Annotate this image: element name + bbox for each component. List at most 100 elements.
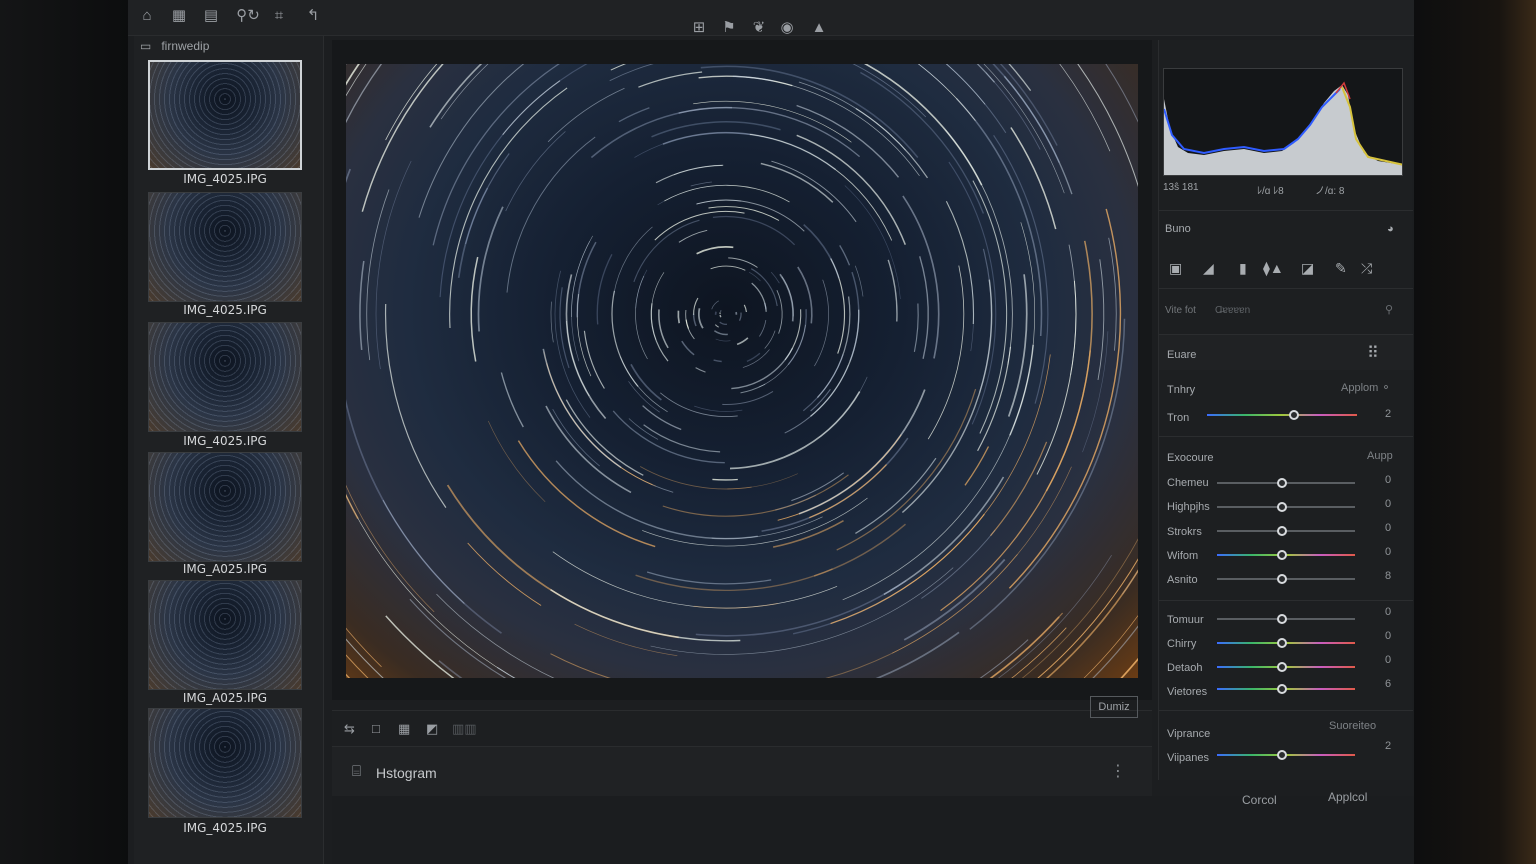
star-trail-arc — [969, 318, 1126, 630]
highpjhs-slider[interactable] — [1217, 502, 1355, 512]
strokrs-slider[interactable] — [1217, 526, 1355, 536]
slider-knob[interactable] — [1289, 410, 1299, 420]
slider-knob[interactable] — [1277, 662, 1287, 672]
dots-grid-icon[interactable]: ⠿ — [1367, 343, 1379, 363]
dumi-button[interactable]: Dumiz — [1090, 696, 1138, 718]
apply-button[interactable]: Applcol — [1328, 790, 1367, 804]
basic-title: Euare — [1167, 349, 1197, 361]
gradient-tool-icon[interactable]: ◪ — [1301, 260, 1314, 277]
exposure-right[interactable]: Aupp — [1367, 450, 1393, 462]
chirry-slider[interactable] — [1217, 638, 1355, 648]
single-view-icon[interactable]: □ — [372, 721, 380, 736]
grid-view-icon[interactable]: ▦ — [398, 721, 410, 737]
star-trail-arc — [1108, 237, 1117, 351]
circle-icon[interactable]: ◉ — [776, 16, 798, 38]
thumbnail-6[interactable] — [148, 708, 302, 818]
detaoh-slider[interactable] — [1217, 662, 1355, 672]
home-icon[interactable]: ⌂ — [136, 4, 158, 26]
brush-icon[interactable]: ⚑ — [718, 16, 740, 38]
slider-label-detaoh: Detaoh — [1167, 662, 1203, 674]
photo-tool-icon[interactable]: ▣ — [1169, 260, 1182, 277]
slider-value: 0 — [1385, 474, 1392, 486]
thumbnail-5[interactable] — [148, 580, 302, 690]
slider-knob[interactable] — [1277, 526, 1287, 536]
star-trail-arc — [650, 272, 665, 340]
thumbnail-1[interactable] — [148, 60, 302, 170]
star-trail-arc — [710, 265, 746, 271]
slider-knob[interactable] — [1277, 750, 1287, 760]
thumbnail-2[interactable] — [148, 192, 302, 302]
calendar-icon[interactable]: ▤ — [200, 4, 222, 26]
star-trail-arc — [583, 330, 605, 389]
star-trail-arc — [346, 484, 435, 613]
tron-slider[interactable] — [1207, 410, 1357, 420]
asnito-slider[interactable] — [1217, 574, 1355, 584]
star-trail-arc — [685, 319, 690, 329]
triangle-icon[interactable]: ▲ — [808, 16, 830, 38]
star-trail-arc — [678, 106, 861, 158]
slider-knob[interactable] — [1277, 502, 1287, 512]
thumbnail-3[interactable] — [148, 322, 302, 432]
histogram-readout-mid: ﾚ/ɑ ﾚ8 — [1257, 186, 1284, 197]
pin-icon[interactable]: ⚲ — [1385, 303, 1393, 316]
transform-tool-icon[interactable]: ⤮ — [1361, 260, 1372, 277]
slider-knob[interactable] — [1277, 478, 1287, 488]
more-options-icon[interactable]: ⋮ — [1110, 761, 1126, 781]
slider-label-strokrs: Strokrs — [1167, 526, 1202, 538]
slider-label-asnito: Asnito — [1167, 574, 1198, 586]
star-trail-arc — [346, 64, 383, 124]
star-trail-arc — [677, 310, 681, 324]
star-trails-graphic — [346, 64, 1138, 678]
pen-tool-icon[interactable]: ◢ — [1203, 260, 1214, 277]
eyedropper-icon[interactable]: ◕ — [1387, 223, 1394, 235]
compare-view-icon[interactable]: ◩ — [426, 721, 438, 737]
slider-knob[interactable] — [1277, 614, 1287, 624]
star-trail-arc — [635, 568, 833, 592]
star-trail-photo[interactable] — [346, 64, 1138, 678]
tomuur-slider[interactable] — [1217, 614, 1355, 624]
wifom-slider[interactable] — [1217, 550, 1355, 560]
star-trail-arc — [775, 494, 816, 511]
cancel-button[interactable]: Corcol — [1242, 793, 1277, 807]
loop-icon[interactable]: ⇆ — [344, 721, 355, 737]
survey-view-icon[interactable]: ▥▥ — [452, 721, 477, 737]
vibrance-slider[interactable] — [1217, 750, 1355, 760]
grid-view-icon[interactable]: ⊞ — [688, 16, 710, 38]
star-trail-arc — [722, 390, 774, 405]
star-trail-arc — [736, 337, 749, 346]
histogram-readout-left: 13ŝ 181 — [1163, 182, 1199, 193]
star-trail-arc — [555, 460, 758, 540]
tinry-right[interactable]: Applom ⚬ — [1341, 381, 1391, 394]
slider-knob[interactable] — [1277, 638, 1287, 648]
star-trail-arc — [662, 474, 849, 517]
star-trail-arc — [384, 303, 447, 508]
brush-tool-icon[interactable]: ▮ — [1239, 260, 1247, 277]
star-trail-arc — [945, 201, 975, 325]
filmstrip-panel: ▭ firnwedip IMG_4025.IPG IMG_4025.IPG IM… — [134, 36, 324, 864]
star-trail-arc — [664, 184, 790, 203]
vietores-slider[interactable] — [1217, 684, 1355, 694]
star-trail-arc — [432, 64, 561, 246]
thumbnail-4[interactable] — [148, 452, 302, 562]
zoom-icon[interactable]: ⚲↻ — [234, 4, 262, 26]
slider-knob[interactable] — [1277, 550, 1287, 560]
undo-icon[interactable]: ↰ — [302, 4, 324, 26]
histogram-readout-right: ノ/ɑ: 8 — [1315, 186, 1345, 197]
star-trail-arc — [546, 363, 653, 486]
star-trail-arc — [446, 484, 679, 639]
saturation-label[interactable]: Suoreiteo — [1329, 720, 1376, 732]
heal-icon[interactable]: ❦ — [748, 16, 770, 38]
chemeu-slider[interactable] — [1217, 478, 1355, 488]
star-trail-arc — [849, 435, 902, 488]
pencil-tool-icon[interactable]: ✎ — [1335, 260, 1347, 277]
slider-knob[interactable] — [1277, 574, 1287, 584]
drop-tool-icon[interactable]: ⧫▲ — [1263, 260, 1284, 277]
histogram-label[interactable]: Hstogram — [376, 765, 437, 781]
crop-icon[interactable]: ⌗ — [268, 4, 290, 26]
slider-knob[interactable] — [1277, 684, 1287, 694]
star-trail-arc — [694, 405, 743, 412]
slider-value: 0 — [1385, 498, 1392, 510]
grid-icon[interactable]: ▦ — [168, 4, 190, 26]
star-trail-arc — [673, 164, 723, 176]
star-trail-arc — [743, 304, 747, 313]
